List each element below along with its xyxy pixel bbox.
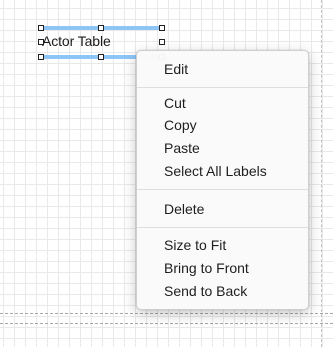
- menu-separator: [137, 227, 308, 228]
- menu-item-delete[interactable]: Delete: [137, 198, 308, 220]
- resize-handle-left[interactable]: [38, 39, 44, 45]
- menu-separator: [137, 189, 308, 190]
- menu-separator: [137, 87, 308, 88]
- menu-item-size-to-fit[interactable]: Size to Fit: [137, 234, 308, 256]
- menu-item-copy[interactable]: Copy: [137, 114, 308, 136]
- page-edge-line: [321, 0, 322, 347]
- page-break-line: [0, 323, 333, 324]
- menu-item-cut[interactable]: Cut: [137, 92, 308, 114]
- resize-handle-top-left[interactable]: [38, 25, 44, 31]
- resize-handle-top-right[interactable]: [159, 25, 165, 31]
- page-break-line: [0, 313, 333, 314]
- resize-handle-bottom-left[interactable]: [38, 54, 44, 60]
- resize-handle-bottom[interactable]: [98, 54, 104, 60]
- context-menu: Edit Cut Copy Paste Select All Labels De…: [136, 50, 309, 310]
- resize-handle-top[interactable]: [98, 25, 104, 31]
- resize-handle-right[interactable]: [159, 39, 165, 45]
- menu-item-select-all-labels[interactable]: Select All Labels: [137, 160, 308, 182]
- menu-item-bring-to-front[interactable]: Bring to Front: [137, 257, 308, 279]
- label-text: Actor Table: [42, 33, 111, 49]
- menu-item-edit[interactable]: Edit: [137, 58, 308, 80]
- menu-item-send-to-back[interactable]: Send to Back: [137, 280, 308, 302]
- menu-item-paste[interactable]: Paste: [137, 137, 308, 159]
